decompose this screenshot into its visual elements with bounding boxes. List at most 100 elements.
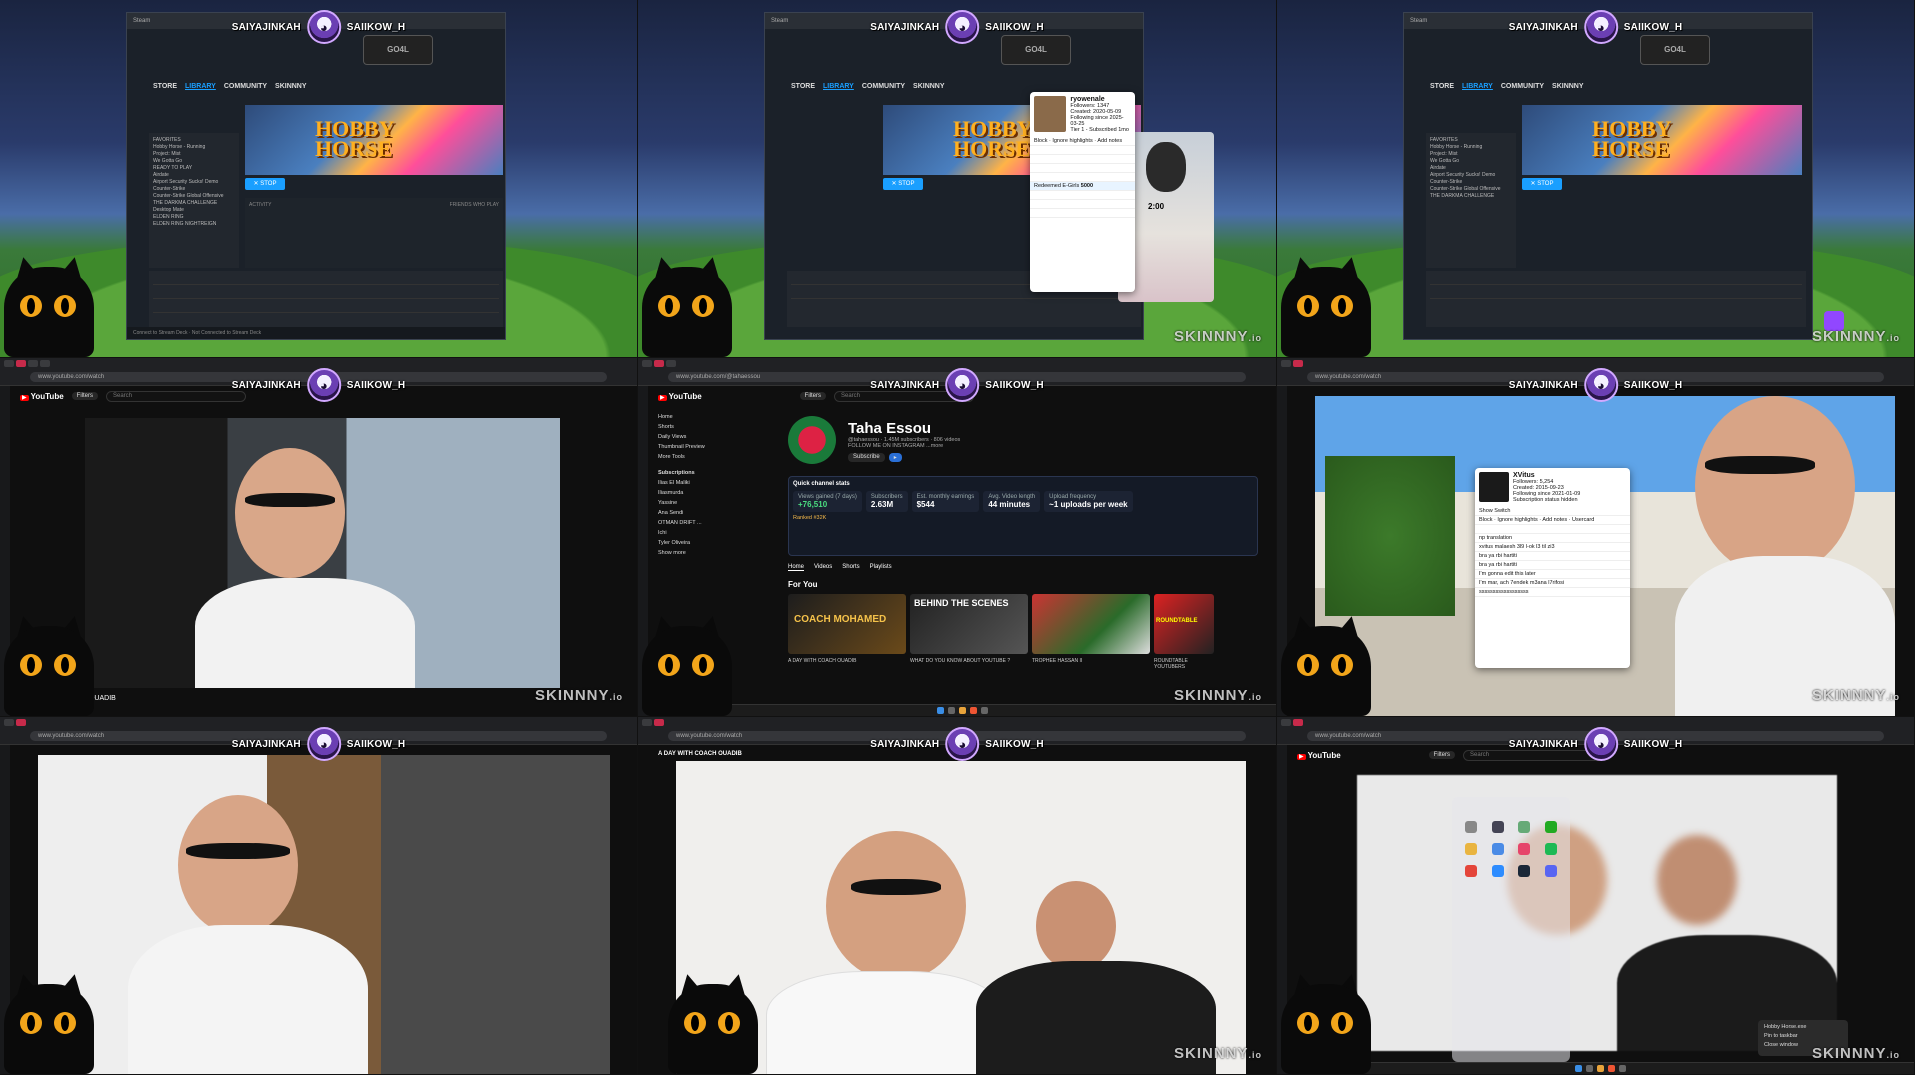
nav-community[interactable]: COMMUNITY — [862, 83, 905, 90]
card-actions[interactable]: Block · Ignore highlights · Add notes — [1030, 137, 1135, 146]
calculator-icon[interactable] — [1491, 821, 1504, 833]
ctx-app-name[interactable]: Hobby Horse.exe — [1764, 1023, 1842, 1032]
stop-button[interactable]: ✕ STOP — [245, 178, 285, 190]
library-item[interactable]: Hobby Horse - Running — [153, 144, 235, 151]
video-title[interactable]: ROUNDTABLE YOUTUBERS — [1154, 658, 1214, 670]
video-title[interactable]: A DAY WITH COACH OUADIB — [788, 658, 906, 670]
steam-window[interactable]: Steam GO4L STORE LIBRARY COMMUNITY SKINN… — [1403, 12, 1813, 340]
tab-playlists[interactable]: Playlists — [870, 564, 892, 571]
filters-chip[interactable]: Filters — [1428, 751, 1455, 759]
subscription-item[interactable]: Ilias El Maliki — [658, 478, 748, 488]
ctx-pin-taskbar[interactable]: Pin to taskbar — [1764, 1032, 1842, 1041]
show-switch-link[interactable]: Show Switch — [1475, 507, 1630, 516]
video-player[interactable] — [1357, 775, 1837, 1051]
audio-mixer[interactable] — [1426, 271, 1806, 327]
nav-profile[interactable]: SKINNNY — [1552, 83, 1584, 90]
subscription-item[interactable]: OTMAN DRIFT ... — [658, 518, 748, 528]
zoom-icon[interactable] — [1491, 865, 1504, 877]
youtube-logo[interactable]: YouTube — [1297, 751, 1341, 760]
nav-community[interactable]: COMMUNITY — [1501, 83, 1544, 90]
steam-icon[interactable] — [1518, 865, 1531, 877]
discord-icon[interactable] — [1544, 865, 1557, 877]
nav-library[interactable]: LIBRARY — [823, 83, 854, 90]
library-item[interactable]: ELDEN RING — [153, 214, 235, 221]
start-menu[interactable] — [1452, 797, 1570, 1062]
taskbar-icon[interactable] — [1597, 1065, 1604, 1072]
video-thumbnail[interactable]: COACH MOHAMED — [788, 594, 906, 654]
library-item[interactable]: Project: Mist — [153, 151, 235, 158]
nav-profile[interactable]: SKINNNY — [913, 83, 945, 90]
library-item[interactable]: Airport Security Sucks! Demo — [153, 179, 235, 186]
video-thumbnail[interactable]: BEHIND THE SCENES — [910, 594, 1028, 654]
taskbar-icon[interactable] — [1586, 1065, 1593, 1072]
taskbar-icon[interactable] — [1608, 1065, 1615, 1072]
steam-library-list[interactable]: FAVORITES Hobby Horse - Running Project:… — [1426, 133, 1516, 268]
taskbar-icon[interactable] — [947, 707, 955, 714]
library-item[interactable]: ELDEN RING NIGHTREIGN — [153, 221, 235, 228]
sidebar-item-thumbnail-preview[interactable]: Thumbnail Preview — [658, 442, 748, 452]
tab-home[interactable]: Home — [788, 564, 805, 571]
sidebar-item-home[interactable]: Home — [658, 412, 748, 422]
nav-profile[interactable]: SKINNNY — [275, 83, 307, 90]
xbox-icon[interactable] — [1544, 821, 1557, 833]
library-item[interactable]: Airdate — [153, 172, 235, 179]
steam-library-list[interactable]: FAVORITES Hobby Horse - Running Project:… — [149, 133, 239, 268]
tab-videos[interactable]: Videos — [814, 564, 832, 571]
card-actions[interactable]: Block · Ignore highlights · Add notes · … — [1475, 516, 1630, 525]
card-username[interactable]: XVitus — [1513, 472, 1580, 479]
subscribe-button[interactable]: Subscribe — [848, 453, 885, 462]
taskbar-icon[interactable] — [980, 707, 988, 714]
subscription-item[interactable]: Ana Sendi — [658, 508, 748, 518]
nav-library[interactable]: LIBRARY — [1462, 83, 1493, 90]
video-player[interactable] — [676, 761, 1246, 1074]
sidebar-item-daily-views[interactable]: Daily Views — [658, 432, 748, 442]
start-icon[interactable] — [1575, 1065, 1582, 1072]
sidebar-item-shorts[interactable]: Shorts — [658, 422, 748, 432]
video-title[interactable]: TROPHEE HASSAN II — [1032, 658, 1150, 670]
start-icon[interactable] — [936, 707, 944, 714]
audio-mixer[interactable] — [149, 271, 503, 327]
snipping-tool-icon[interactable] — [1465, 821, 1478, 833]
library-item[interactable]: We Gotta Go — [153, 158, 235, 165]
steam-window[interactable]: Steam GO4L STORE LIBRARY COMMUNITY SKINN… — [126, 12, 506, 340]
nav-library[interactable]: LIBRARY — [185, 83, 216, 90]
show-more-link[interactable]: Show more — [658, 548, 748, 558]
view-channel-stats-button[interactable]: ▸ — [888, 453, 902, 462]
subscriptions-header[interactable]: Subscriptions — [658, 468, 748, 478]
library-item[interactable]: Desktop Mate — [153, 207, 235, 214]
subscription-item[interactable]: Ichi — [658, 528, 748, 538]
video-thumbnail[interactable] — [1032, 594, 1150, 654]
spotify-icon[interactable] — [1544, 843, 1557, 855]
card-username[interactable]: ryowenale — [1070, 96, 1131, 103]
photos-icon[interactable] — [1491, 843, 1504, 855]
paint-icon[interactable] — [1518, 843, 1531, 855]
nav-store[interactable]: STORE — [791, 83, 815, 90]
nav-community[interactable]: COMMUNITY — [224, 83, 267, 90]
video-title[interactable]: WHAT DO YOU KNOW ABOUT YOUTUBE ? — [910, 658, 1028, 670]
stop-button[interactable]: ✕ STOP — [1522, 178, 1562, 190]
filters-chip[interactable]: Filters — [799, 392, 826, 400]
nav-store[interactable]: STORE — [153, 83, 177, 90]
search-input[interactable]: Search — [106, 390, 246, 402]
channel-avatar[interactable] — [788, 416, 836, 464]
library-item[interactable]: Counter-Strike Global Offensive — [153, 193, 235, 200]
taskbar-icon[interactable] — [969, 707, 977, 714]
video-title[interactable]: A DAY WITH COACH OUADIB — [658, 751, 742, 757]
file-explorer-icon[interactable] — [1465, 843, 1478, 855]
youtube-logo[interactable]: YouTube — [20, 392, 64, 401]
sidebar-item-more-tools[interactable]: More Tools — [658, 452, 748, 462]
filters-chip[interactable]: Filters — [71, 392, 98, 400]
library-item[interactable]: THE DARKMA CHALLENGE — [153, 200, 235, 207]
taskbar-icon[interactable] — [1619, 1065, 1626, 1072]
video-thumbnail[interactable]: ROUNDTABLE — [1154, 594, 1214, 654]
video-player[interactable] — [85, 418, 560, 688]
stop-button[interactable]: ✕ STOP — [883, 178, 923, 190]
chrome-icon[interactable] — [1465, 865, 1478, 877]
subscription-item[interactable]: Iliasmurda — [658, 488, 748, 498]
video-player[interactable] — [38, 755, 610, 1074]
taskbar-icon[interactable] — [958, 707, 966, 714]
tab-shorts[interactable]: Shorts — [842, 564, 859, 571]
twitch-user-card[interactable]: ryowenale Followers: 1347 Created: 2020-… — [1030, 92, 1135, 292]
nav-store[interactable]: STORE — [1430, 83, 1454, 90]
channel-about[interactable]: FOLLOW ME ON INSTAGRAM ...more — [848, 443, 960, 449]
